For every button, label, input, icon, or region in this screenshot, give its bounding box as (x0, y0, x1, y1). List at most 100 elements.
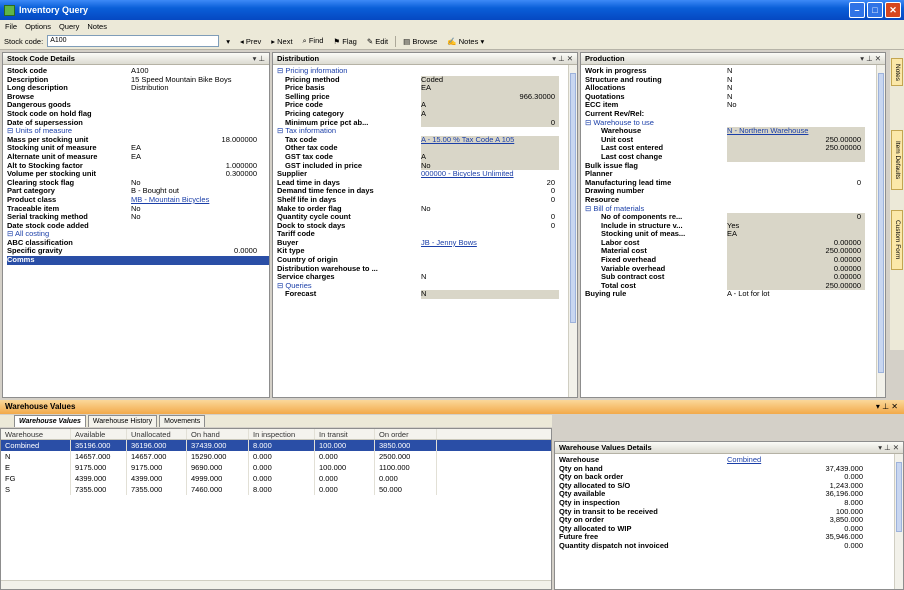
table-cell: 100.000 (315, 462, 375, 473)
next-button[interactable]: ▸ Next (268, 37, 295, 46)
table-cell: 9690.000 (187, 462, 249, 473)
details-scrollbar[interactable] (894, 454, 903, 589)
column-header[interactable]: Warehouse (1, 429, 71, 439)
property-value: 1.000000 (225, 161, 257, 170)
pane-close-icon[interactable]: ▾ ⊥ ✕ (876, 400, 898, 414)
property-value: N (727, 67, 733, 75)
side-tab-notes[interactable]: Notes (891, 58, 903, 86)
notes-button[interactable]: ✍ Notes ▾ (444, 37, 487, 46)
property-value: 0 (550, 221, 555, 230)
property-row: Service charges N (277, 273, 574, 282)
table-cell: 9175.000 (71, 462, 127, 473)
pane-pin-icon[interactable]: ▾ ⊥ (253, 53, 265, 64)
scroll-thumb[interactable] (896, 462, 902, 532)
property-value[interactable]: Combined (727, 456, 867, 465)
table-row[interactable]: E 9175.000 9175.000 9690.000 0.000 100.000 110… (1, 462, 551, 473)
column-header[interactable]: Unallocated (127, 429, 187, 439)
table-row[interactable]: FG 4399.000 4399.000 4999.000 0.000 0.000 0.00… (1, 473, 551, 484)
property-value: 0 (550, 195, 555, 204)
property-value[interactable]: N - Northern Warehouse (727, 127, 865, 136)
lookup-icon[interactable]: ▾ (223, 37, 233, 46)
column-header[interactable]: On hand (187, 429, 249, 439)
table-cell: 35196.000 (71, 440, 127, 451)
property-value[interactable]: MB - Mountain Bicycles (131, 196, 261, 205)
column-header[interactable]: On order (375, 429, 437, 439)
dist-pane-title: Distribution (277, 54, 320, 63)
column-header[interactable]: In transit (315, 429, 375, 439)
property-value: 100.000 (835, 507, 863, 516)
title-bar: Inventory Query – □ ✕ (0, 0, 904, 20)
menu-notes[interactable]: Notes (87, 22, 107, 31)
pane-close-icon[interactable]: ▾ ⊥ ✕ (552, 53, 573, 64)
prod-scrollbar[interactable] (876, 65, 885, 397)
property-value: Distribution (131, 84, 169, 93)
browse-icon: ▤ (403, 36, 413, 46)
menu-file[interactable]: File (5, 22, 17, 31)
dist-scrollbar[interactable] (568, 65, 577, 397)
property-value: N (727, 92, 733, 101)
table-cell: N (1, 451, 71, 462)
maximize-button[interactable]: □ (867, 2, 883, 18)
property-value: 0.00000 (727, 264, 865, 274)
property-row: Qty allocated to S/O 1,243.000 (559, 481, 900, 491)
menu-options[interactable]: Options (25, 22, 51, 31)
side-tab-item-defaults[interactable]: Item Defaults (891, 130, 903, 190)
property-value: 0.00000 (727, 256, 865, 265)
table-row[interactable]: Combined 35196.000 36196.000 37439.000 8.000… (1, 440, 551, 451)
property-value: 15 Speed Mountain Bike Boys (131, 75, 232, 84)
warehouse-values-header: Warehouse Values ▾ ⊥ ✕ (0, 400, 904, 414)
tab-warehouse-history[interactable]: Warehouse History (87, 415, 158, 427)
table-cell: 14657.000 (71, 451, 127, 462)
column-header[interactable]: In inspection (249, 429, 315, 439)
property-row: GST included in price No (277, 161, 574, 171)
property-value (131, 110, 261, 119)
grid-hscrollbar[interactable] (1, 580, 551, 589)
minimize-button[interactable]: – (849, 2, 865, 18)
table-row[interactable]: N 14657.000 14657.000 15290.000 0.000 0.000 25… (1, 451, 551, 462)
notes-icon: ✍ (447, 36, 459, 46)
find-button[interactable]: ⌕ Find (300, 36, 327, 46)
pane-close-icon[interactable]: ▾ ⊥ ✕ (860, 53, 881, 64)
prev-button[interactable]: ◂ Prev (237, 37, 264, 46)
pane-close-icon[interactable]: ▾ ⊥ ✕ (878, 442, 899, 453)
property-value: No (131, 178, 141, 187)
property-value: EA (727, 230, 865, 239)
property-row: Structure and routing N (585, 75, 882, 85)
scroll-thumb[interactable] (570, 73, 576, 323)
table-cell: 0.000 (315, 451, 375, 462)
table-cell: 15290.000 (187, 451, 249, 462)
table-cell: 100.000 (315, 440, 375, 451)
property-row: Forecast N (277, 290, 574, 300)
property-value (727, 170, 865, 179)
column-header[interactable]: Available (71, 429, 127, 439)
property-value: 35,946.000 (825, 533, 863, 542)
property-row: Quantity dispatch not invoiced 0.000 (559, 541, 900, 551)
warehouse-grid: Warehouse Available Unallocated On hand In i… (0, 428, 552, 590)
edit-button[interactable]: ✎ Edit (364, 37, 391, 46)
property-value[interactable]: 000000 - Bicycles Unlimited (421, 170, 559, 179)
property-value[interactable]: A - 15.00 % Tax Code A 105 (421, 135, 559, 145)
property-value: 0.0000 (234, 247, 257, 256)
close-button[interactable]: ✕ (885, 2, 901, 18)
tab-movements[interactable]: Movements (159, 415, 206, 427)
property-value[interactable]: JB - Jenny Bows (421, 239, 559, 248)
side-tab-custom-form[interactable]: Custom Form (891, 210, 903, 270)
property-value: 0.300000 (225, 170, 257, 179)
flag-button[interactable]: ⚑ Flag (330, 37, 359, 46)
table-cell: 37439.000 (187, 440, 249, 451)
scroll-thumb[interactable] (878, 73, 884, 373)
warehouse-tabs: Warehouse Values Warehouse History Movem… (0, 415, 552, 427)
dist-rows: ⊟ Pricing information Pricing method Coded… (273, 65, 577, 300)
menu-query[interactable]: Query (59, 22, 79, 31)
stock-code-input[interactable]: A100 (47, 35, 220, 47)
property-value: 966.30000 (421, 92, 559, 102)
notes-label: Notes (458, 36, 479, 46)
property-value (131, 256, 261, 265)
toolbar: Stock code: A100 ▾ ◂ Prev ▸ Next ⌕ Find … (0, 33, 904, 50)
property-value (421, 144, 559, 153)
browse-button[interactable]: ▤ Browse (400, 37, 440, 46)
tab-warehouse-values[interactable]: Warehouse Values (14, 415, 86, 427)
table-row[interactable]: S 7355.000 7355.000 7460.000 8.000 0.000 50.00… (1, 484, 551, 495)
stock-code-details-pane: Stock Code Details ▾ ⊥ Stock code A100 Desc… (2, 52, 270, 398)
property-value: 1,243.000 (829, 481, 863, 490)
